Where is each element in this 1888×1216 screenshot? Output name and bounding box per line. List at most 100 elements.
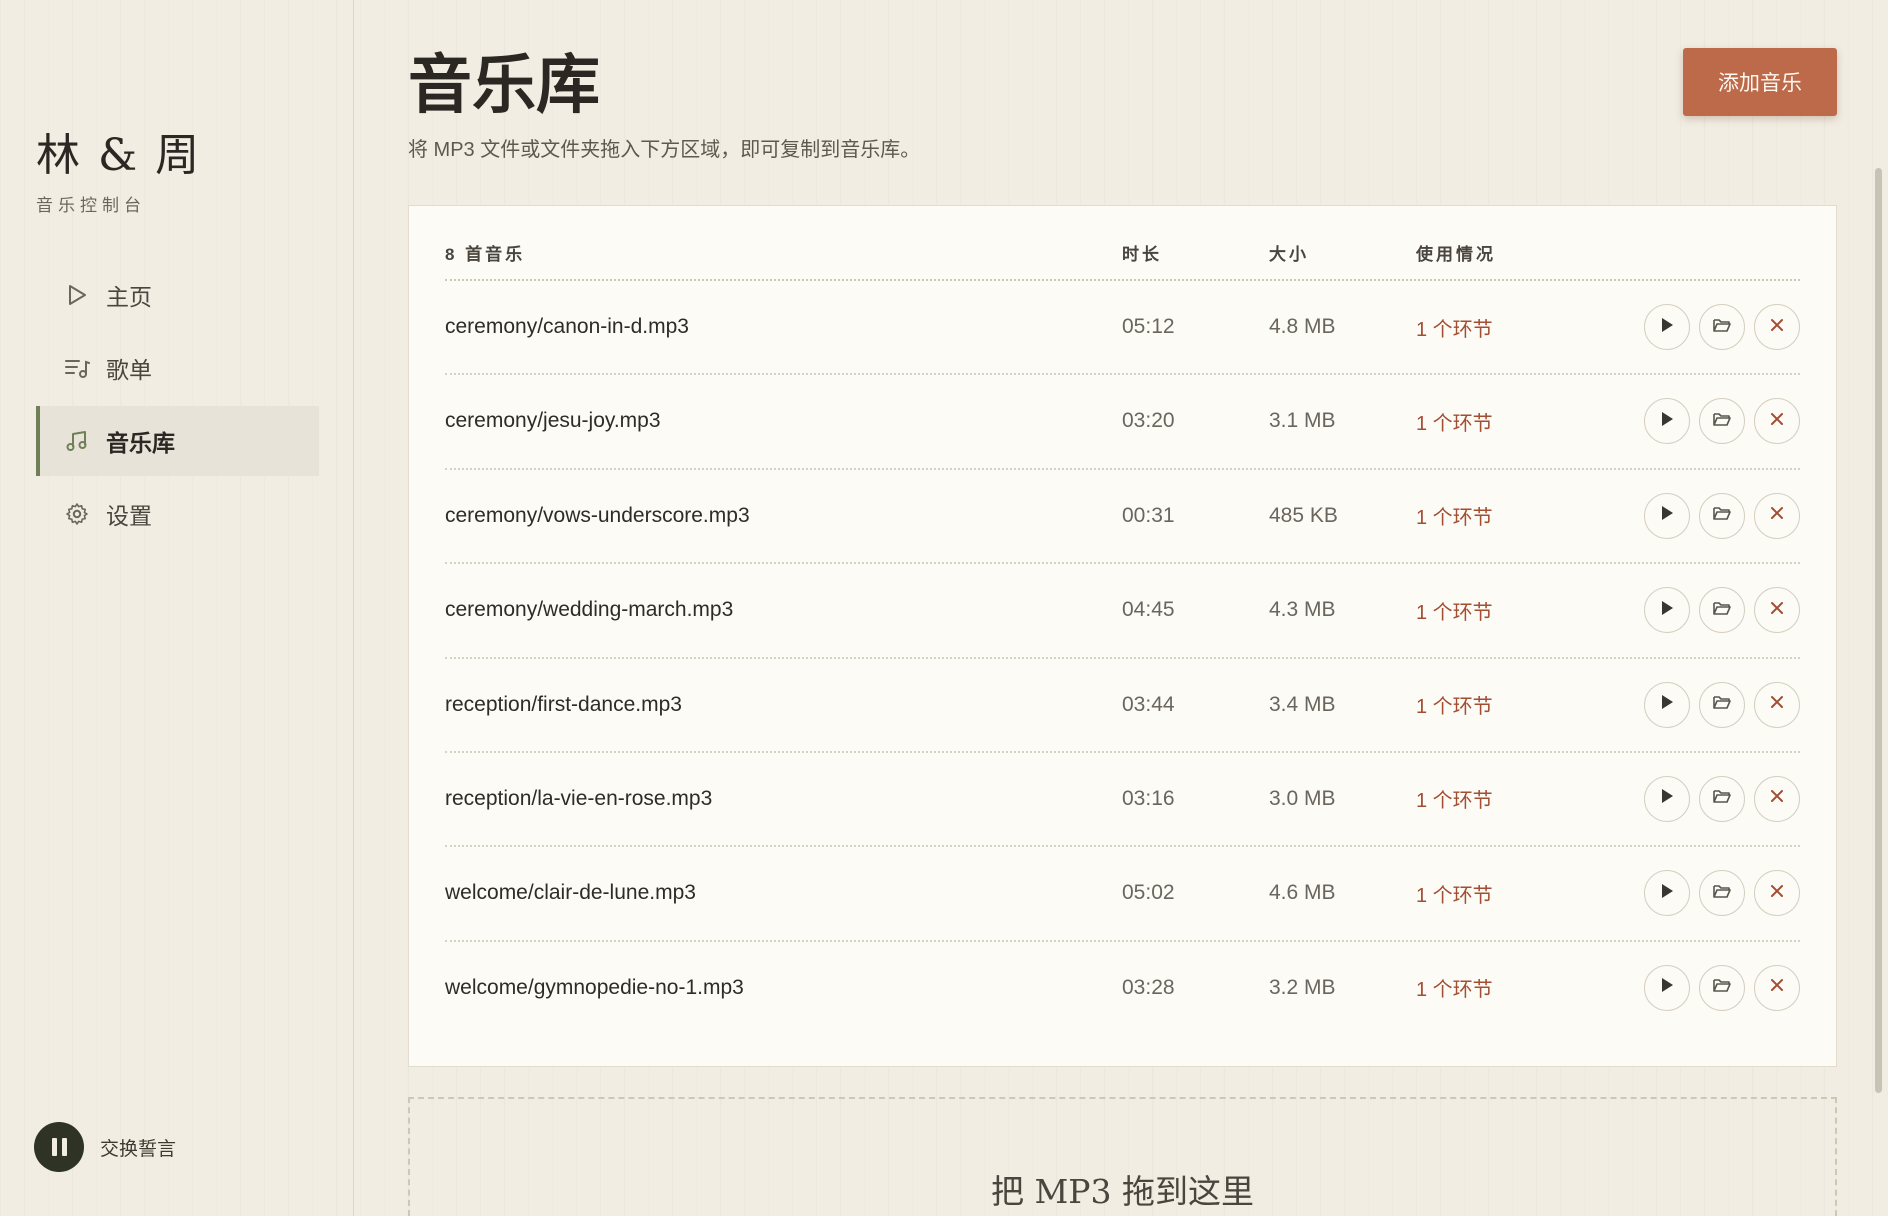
folder-icon xyxy=(1712,410,1732,433)
open-folder-button[interactable] xyxy=(1699,398,1745,445)
play-icon xyxy=(1659,599,1675,622)
remove-button[interactable] xyxy=(1754,870,1800,917)
play-icon xyxy=(1659,410,1675,433)
play-button[interactable] xyxy=(1644,775,1690,822)
track-usage: 1 个环节 xyxy=(1416,790,1493,813)
folder-icon xyxy=(1712,976,1732,999)
close-icon xyxy=(1769,411,1785,432)
track-duration: 03:20 xyxy=(1122,409,1175,433)
track-duration: 03:16 xyxy=(1122,786,1175,810)
remove-button[interactable] xyxy=(1754,398,1800,445)
close-icon xyxy=(1769,694,1785,715)
open-folder-button[interactable] xyxy=(1699,304,1745,350)
drop-zone[interactable]: 把 MP3 拖到这里 xyxy=(408,1097,1837,1216)
track-name: ceremony/jesu-joy.mp3 xyxy=(445,409,661,433)
sidebar-item-playlists[interactable]: 歌单 xyxy=(36,333,319,403)
close-icon xyxy=(1769,505,1785,526)
play-button[interactable] xyxy=(1644,492,1690,539)
play-button[interactable] xyxy=(1644,398,1690,445)
row-actions xyxy=(1644,870,1800,917)
track-duration: 00:31 xyxy=(1122,503,1175,527)
track-duration: 03:44 xyxy=(1122,692,1175,716)
play-button[interactable] xyxy=(1644,870,1690,917)
sidebar-item-label: 主页 xyxy=(106,284,152,310)
open-folder-button[interactable] xyxy=(1699,870,1745,917)
add-music-button[interactable]: 添加音乐 xyxy=(1683,48,1837,116)
table-row: reception/first-dance.mp3 03:44 3.4 MB 1 个环… xyxy=(445,659,1800,753)
play-button[interactable] xyxy=(1644,681,1690,728)
remove-button[interactable] xyxy=(1754,775,1800,822)
usage-header: 使用情况 xyxy=(1416,245,1496,264)
remove-button[interactable] xyxy=(1754,964,1800,1011)
play-icon xyxy=(1659,976,1675,999)
sidebar-item-settings[interactable]: 设置 xyxy=(36,479,319,549)
track-size: 3.1 MB xyxy=(1269,409,1336,433)
track-name: ceremony/vows-underscore.mp3 xyxy=(445,503,750,527)
scrollbar[interactable] xyxy=(1875,168,1882,1093)
track-size: 3.2 MB xyxy=(1269,975,1336,999)
row-actions xyxy=(1644,775,1800,822)
play-button[interactable] xyxy=(1644,964,1690,1011)
remove-button[interactable] xyxy=(1754,587,1800,634)
track-size: 485 KB xyxy=(1269,503,1338,527)
sidebar-item-library[interactable]: 音乐库 xyxy=(36,406,319,476)
track-name: ceremony/canon-in-d.mp3 xyxy=(445,315,689,338)
remove-button[interactable] xyxy=(1754,492,1800,539)
track-size: 4.6 MB xyxy=(1269,881,1336,905)
play-icon xyxy=(1659,504,1675,527)
track-size: 3.4 MB xyxy=(1269,692,1336,716)
sidebar-item-home[interactable]: 主页 xyxy=(36,260,319,330)
table-row: ceremony/wedding-march.mp3 04:45 4.3 MB 1 个… xyxy=(445,564,1800,659)
open-folder-button[interactable] xyxy=(1699,964,1745,1011)
table-row: reception/la-vie-en-rose.mp3 03:16 3.0 MB 1… xyxy=(445,753,1800,848)
track-name: welcome/clair-de-lune.mp3 xyxy=(445,881,696,905)
track-count-header: 8 首音乐 xyxy=(445,245,526,264)
table-row: welcome/clair-de-lune.mp3 05:02 4.6 MB 1 个环… xyxy=(445,847,1800,942)
table-body: ceremony/canon-in-d.mp3 05:12 4.8 MB 1 个环节 c… xyxy=(445,281,1800,1036)
now-playing-label: 交换誓言 xyxy=(100,1138,177,1160)
track-name: ceremony/wedding-march.mp3 xyxy=(445,598,734,622)
sidebar-item-label: 设置 xyxy=(106,503,152,529)
track-usage: 1 个环节 xyxy=(1416,507,1493,530)
library-table: 8 首音乐 时长 大小 使用情况 ceremony/canon-in-d.mp3… xyxy=(408,205,1837,1067)
brand-subtitle: 音乐控制台 xyxy=(36,196,146,215)
track-usage: 1 个环节 xyxy=(1416,884,1493,907)
play-button[interactable] xyxy=(1644,304,1690,350)
sidebar-item-label: 音乐库 xyxy=(106,430,175,456)
close-icon xyxy=(1769,317,1785,338)
track-usage: 1 个环节 xyxy=(1416,412,1493,435)
open-folder-button[interactable] xyxy=(1699,587,1745,634)
open-folder-button[interactable] xyxy=(1699,775,1745,822)
remove-button[interactable] xyxy=(1754,304,1800,350)
close-icon xyxy=(1769,600,1785,621)
playlist-icon xyxy=(64,355,90,381)
sidebar-nav: 主页 歌单 音乐库 设置 xyxy=(36,260,319,552)
folder-icon xyxy=(1712,882,1732,905)
folder-icon xyxy=(1712,316,1732,339)
main-content: 音乐库 将 MP3 文件或文件夹拖入下方区域，即可复制到音乐库。 添加音乐 8 … xyxy=(354,0,1888,1216)
table-header: 8 首音乐 时长 大小 使用情况 xyxy=(445,206,1800,281)
gear-icon xyxy=(64,501,90,527)
folder-icon xyxy=(1712,504,1732,527)
open-folder-button[interactable] xyxy=(1699,492,1745,539)
play-icon xyxy=(1659,316,1675,339)
track-usage: 1 个环节 xyxy=(1416,696,1493,719)
row-actions xyxy=(1644,587,1800,634)
pause-button[interactable] xyxy=(34,1122,84,1172)
play-icon xyxy=(1659,882,1675,905)
remove-button[interactable] xyxy=(1754,681,1800,728)
play-outline-icon xyxy=(64,282,90,308)
play-button[interactable] xyxy=(1644,587,1690,634)
track-name: reception/la-vie-en-rose.mp3 xyxy=(445,786,713,810)
music-note-icon xyxy=(64,428,90,454)
track-duration: 05:02 xyxy=(1122,881,1175,905)
open-folder-button[interactable] xyxy=(1699,681,1745,728)
row-actions xyxy=(1644,398,1800,445)
track-size: 3.0 MB xyxy=(1269,786,1336,810)
track-size: 4.3 MB xyxy=(1269,598,1336,622)
table-row: ceremony/jesu-joy.mp3 03:20 3.1 MB 1 个环节 xyxy=(445,375,1800,470)
drop-zone-label: 把 MP3 拖到这里 xyxy=(991,1172,1254,1211)
play-icon xyxy=(1659,693,1675,716)
table-row: ceremony/canon-in-d.mp3 05:12 4.8 MB 1 个环节 xyxy=(445,281,1800,376)
folder-icon xyxy=(1712,787,1732,810)
